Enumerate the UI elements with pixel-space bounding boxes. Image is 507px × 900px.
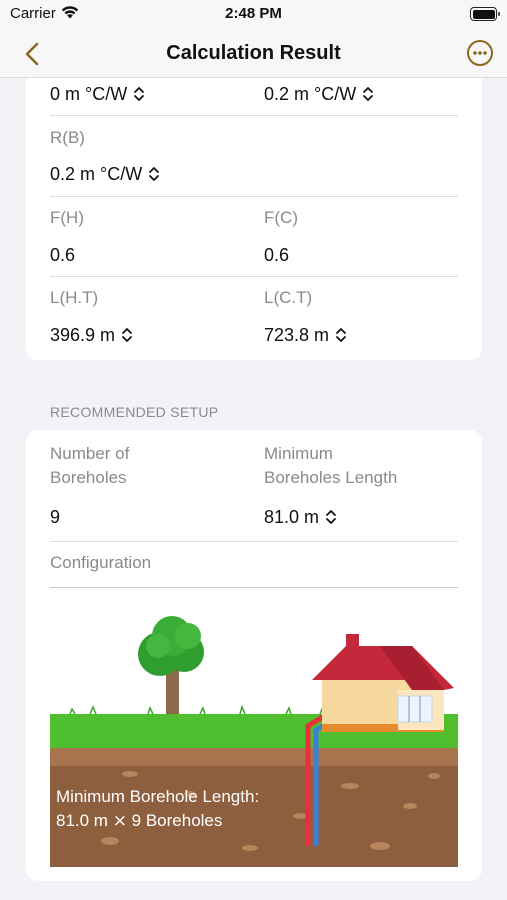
up-down-chevron-icon [134, 87, 145, 101]
up-down-chevron-icon [336, 328, 346, 342]
label-line: Minimum [264, 444, 333, 463]
divider [50, 115, 458, 116]
borehole-summary-line1: Minimum Borehole Length: [56, 787, 260, 806]
parameters-card: 0 m °C/W 0.2 m °C/W R(B) 0.2 m °C/W F(H)… [26, 66, 482, 360]
label-line: Number of [50, 444, 130, 463]
lht-value: 396.9 m [50, 325, 116, 345]
label-line: Boreholes Length [264, 468, 398, 487]
lht-label: L(H.T) [50, 288, 99, 307]
divider [50, 587, 458, 588]
fc-label: F(C) [264, 208, 298, 227]
up-down-chevron-icon [122, 328, 132, 342]
fh-label: F(H) [50, 208, 84, 227]
clock: 2:48 PM [225, 5, 282, 22]
boreholes-count-value: 9 [50, 507, 61, 527]
up-down-chevron-icon [149, 167, 160, 181]
rb-label: R(B) [50, 128, 85, 147]
navigation-bar: Calculation Result [0, 30, 507, 78]
min-length-stepper[interactable]: 81.0 m [264, 505, 337, 529]
rb-value: 0.2 m °C/W [50, 164, 143, 184]
more-options-icon[interactable] [466, 39, 494, 67]
min-length-label: Minimum Boreholes Length [264, 442, 397, 490]
lct-value: 723.8 m [264, 325, 330, 345]
unit-stepper[interactable]: 0.2 m °C/W [264, 82, 374, 106]
parameter-value: 0 m °C/W [50, 84, 128, 104]
label-line: Boreholes [50, 468, 127, 487]
min-length-value: 81.0 m [264, 507, 320, 527]
parameter-value: 0.2 m °C/W [264, 84, 357, 104]
lct-label: L(C.T) [264, 288, 313, 307]
divider [50, 196, 458, 197]
page-title: Calculation Result [166, 42, 341, 64]
rb-stepper[interactable]: 0.2 m °C/W [50, 162, 160, 186]
unit-stepper[interactable]: 0 m °C/W [50, 82, 145, 106]
recommended-setup-header: RECOMMENDED SETUP [50, 404, 219, 420]
lht-stepper[interactable]: 396.9 m [50, 323, 133, 347]
fh-value: 0.6 [50, 245, 76, 265]
status-bar: Carrier 2:48 PM [0, 0, 507, 30]
fc-value: 0.6 [264, 245, 290, 265]
borehole-illustration: Minimum Borehole Length: 81.0 m ⨯ 9 Bore… [50, 606, 458, 867]
recommended-setup-card: Number of Boreholes Minimum Boreholes Le… [26, 430, 482, 881]
configuration-label: Configuration [50, 553, 152, 572]
battery-icon [470, 7, 500, 21]
borehole-summary-line2: 81.0 m ⨯ 9 Boreholes [56, 811, 223, 830]
up-down-chevron-icon [326, 510, 336, 524]
up-down-chevron-icon [363, 87, 374, 101]
lct-stepper[interactable]: 723.8 m [264, 323, 347, 347]
boreholes-count-label: Number of Boreholes [50, 442, 129, 490]
divider [50, 276, 458, 277]
divider [50, 541, 458, 542]
